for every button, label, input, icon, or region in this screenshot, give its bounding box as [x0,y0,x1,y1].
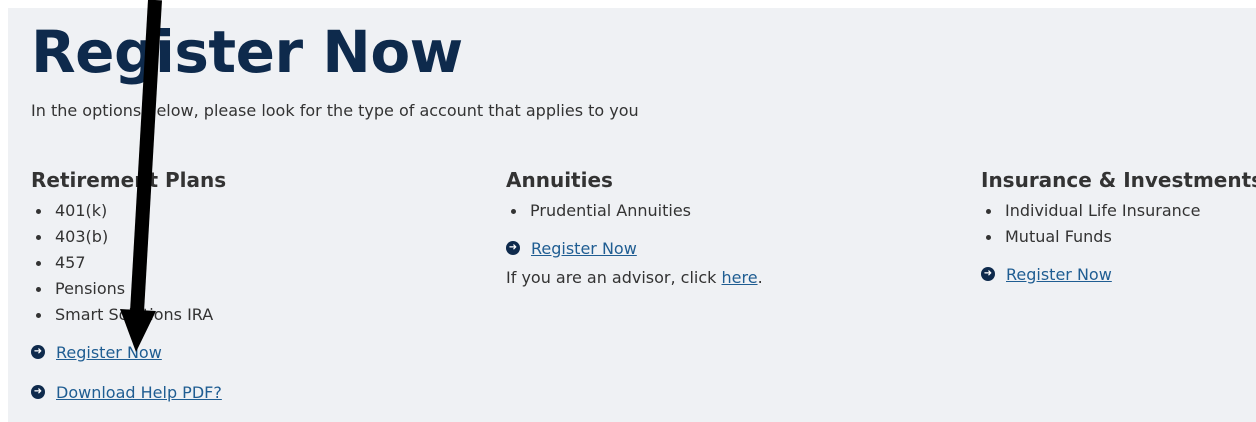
annotation-arrow-shaft [130,0,162,313]
annotation-arrow [120,0,162,352]
annotation-arrow-head [120,309,156,352]
